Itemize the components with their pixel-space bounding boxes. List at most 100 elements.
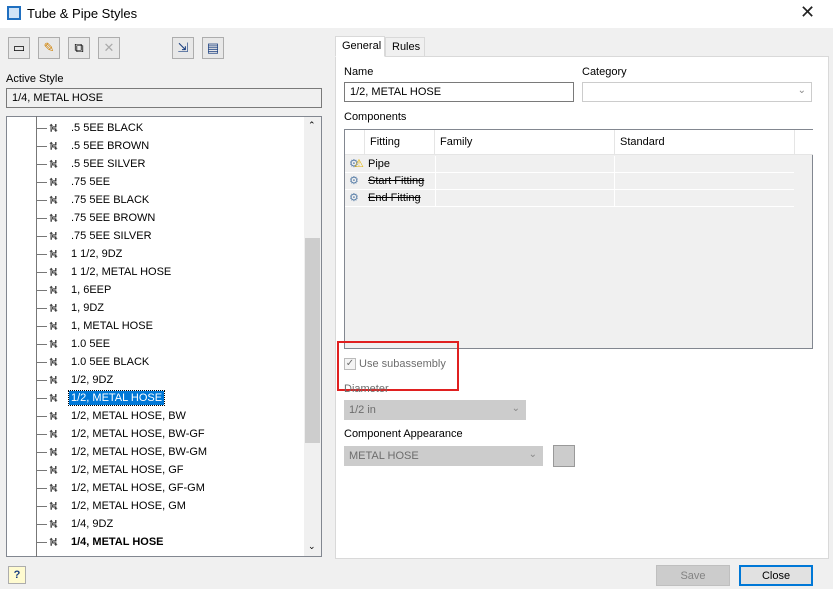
new-style-icon[interactable]: ▭	[8, 37, 30, 59]
family-cell	[435, 173, 615, 189]
tree-item[interactable]: ⛕ 1/4, METAL HOSE	[7, 533, 305, 551]
hose-style-icon: ⛕	[49, 481, 58, 495]
tree-branch	[37, 452, 47, 453]
tab-rules[interactable]: Rules	[385, 37, 425, 57]
scrollbar-thumb[interactable]	[305, 238, 320, 443]
chevron-down-icon: ⌄	[797, 85, 806, 96]
tree-item-label: 1 1/2, METAL HOSE	[71, 266, 172, 278]
tree-item[interactable]: ⛕ .5 5EE BROWN	[7, 137, 305, 155]
tree-branch	[37, 344, 47, 345]
hose-style-icon: ⛕	[49, 409, 58, 423]
active-style-field: 1/4, METAL HOSE	[6, 88, 322, 108]
import-icon[interactable]: ⇲	[172, 37, 194, 59]
tree-item[interactable]: ⛕ .75 5EE BLACK	[7, 191, 305, 209]
tree-branch	[37, 164, 47, 165]
style-tree[interactable]: ⛕ .5 5EE BLACK ⛕ .5 5EE BROWN ⛕ .5 5EE SILVER…	[6, 116, 322, 557]
family-cell	[435, 156, 615, 172]
scroll-down-icon[interactable]: ⌄	[308, 541, 316, 552]
tree-item-label: 1/2, METAL HOSE	[67, 390, 166, 406]
col-standard[interactable]: Standard	[615, 130, 795, 155]
window-title: Tube & Pipe Styles	[27, 6, 138, 21]
fitting-icon: ⚙	[349, 192, 359, 204]
tree-item-label: .75 5EE SILVER	[71, 230, 152, 242]
tree-item[interactable]: ⛕ 1/2, METAL HOSE	[7, 389, 305, 407]
tree-item[interactable]: ⛕ 1/2, METAL HOSE, BW	[7, 407, 305, 425]
help-icon[interactable]: ?	[8, 566, 26, 584]
tree-branch	[37, 506, 47, 507]
hose-style-icon: ⛕	[49, 535, 58, 549]
warning-icon: ⚠	[354, 158, 364, 170]
tree-item-label: .75 5EE	[71, 176, 111, 188]
tree-item-label: 1.0 5EE BLACK	[71, 356, 150, 368]
hose-style-icon: ⛕	[49, 301, 58, 315]
name-label: Name	[344, 66, 374, 78]
hose-style-icon: ⛕	[49, 121, 58, 135]
tree-item[interactable]: ⛕ .5 5EE BLACK	[7, 119, 305, 137]
hose-style-icon: ⛕	[49, 283, 58, 297]
tree-item[interactable]: ⛕ .75 5EE BROWN	[7, 209, 305, 227]
tree-item[interactable]: ⛕ 1, 6EEP	[7, 281, 305, 299]
tree-item[interactable]: ⛕ 1 1/2, 9DZ	[7, 245, 305, 263]
tree-item[interactable]: ⛕ .75 5EE SILVER	[7, 227, 305, 245]
tree-branch	[37, 542, 47, 543]
tree-branch	[37, 470, 47, 471]
hose-style-icon: ⛕	[49, 517, 58, 531]
diameter-label: Diameter	[344, 383, 389, 395]
tree-item-label: 1, METAL HOSE	[71, 320, 153, 332]
category-label: Category	[582, 66, 627, 78]
save-export-icon[interactable]: ▤	[202, 37, 224, 59]
tree-item[interactable]: ⛕ 1 1/2, METAL HOSE	[7, 263, 305, 281]
name-input[interactable]: 1/2, METAL HOSE	[344, 82, 574, 102]
category-select[interactable]: ⌄	[582, 82, 812, 102]
save-button: Save	[656, 565, 730, 586]
tree-item-label: 1/2, METAL HOSE, BW-GF	[71, 428, 205, 440]
standard-cell	[615, 190, 795, 206]
appearance-select: METAL HOSE ⌄	[344, 446, 543, 466]
tree-item-label: .5 5EE BLACK	[71, 122, 144, 134]
tree-item[interactable]: ⛕ .75 5EE	[7, 173, 305, 191]
tree-item[interactable]: ⛕ 1, METAL HOSE	[7, 317, 305, 335]
tree-branch	[37, 128, 47, 129]
tree-item[interactable]: ⛕ 1/2, METAL HOSE, GF-GM	[7, 479, 305, 497]
hose-style-icon: ⛕	[49, 463, 58, 477]
hose-style-icon: ⛕	[49, 445, 58, 459]
tree-branch	[37, 236, 47, 237]
tree-item-label: 1/2, METAL HOSE, GF	[71, 464, 184, 476]
tree-branch	[37, 488, 47, 489]
standard-cell	[615, 173, 795, 189]
tree-item[interactable]: ⛕ 1, 9DZ	[7, 299, 305, 317]
tab-general[interactable]: General	[335, 36, 385, 57]
tree-item[interactable]: ⛕ 1.0 5EE BLACK	[7, 353, 305, 371]
tree-item[interactable]: ⛕ 1/2, METAL HOSE, GF	[7, 461, 305, 479]
tree-item-label: 1, 6EEP	[71, 284, 112, 296]
tree-item-label: 1/2, METAL HOSE, BW-GM	[71, 446, 208, 458]
hose-style-icon: ⛕	[49, 427, 58, 441]
component-row[interactable]: ⚙ End Fitting	[345, 190, 794, 207]
hose-style-icon: ⛕	[49, 319, 58, 333]
close-button[interactable]: Close	[739, 565, 813, 586]
edit-pencil-icon[interactable]: ✎	[38, 37, 60, 59]
components-grid[interactable]: Fitting Family Standard ⚙ ⚠ Pipe ⚙ Start Fit…	[344, 129, 813, 349]
close-icon[interactable]: ✕	[800, 2, 815, 23]
tree-item[interactable]: ⛕ 1/2, METAL HOSE, GM	[7, 497, 305, 515]
tree-item[interactable]: ⛕ 1/4, 9DZ	[7, 515, 305, 533]
tree-item[interactable]: ⛕ 1/2, METAL HOSE, BW-GM	[7, 443, 305, 461]
tree-item[interactable]: ⛕ 1/2, 9DZ	[7, 371, 305, 389]
grid-header-filler	[795, 130, 813, 155]
fitting-cell: Start Fitting	[368, 175, 425, 187]
tree-branch	[37, 290, 47, 291]
tree-item[interactable]: ⛕ 1/2, METAL HOSE, BW-GF	[7, 425, 305, 443]
tree-item-label: 1/2, 9DZ	[71, 374, 114, 386]
tree-item[interactable]: ⛕ 1.0 5EE	[7, 335, 305, 353]
copy-style-icon[interactable]: ⧉	[68, 37, 90, 59]
col-family[interactable]: Family	[435, 130, 615, 155]
scroll-up-icon[interactable]: ⌃	[308, 120, 316, 131]
col-fitting[interactable]: Fitting	[365, 130, 435, 155]
component-row[interactable]: ⚙ ⚠ Pipe	[345, 156, 794, 173]
hose-style-icon: ⛕	[49, 193, 58, 207]
tree-branch	[37, 182, 47, 183]
component-row[interactable]: ⚙ Start Fitting	[345, 173, 794, 190]
tree-item-label: .5 5EE SILVER	[71, 158, 146, 170]
appearance-swatch-button	[553, 445, 575, 467]
tree-item[interactable]: ⛕ .5 5EE SILVER	[7, 155, 305, 173]
